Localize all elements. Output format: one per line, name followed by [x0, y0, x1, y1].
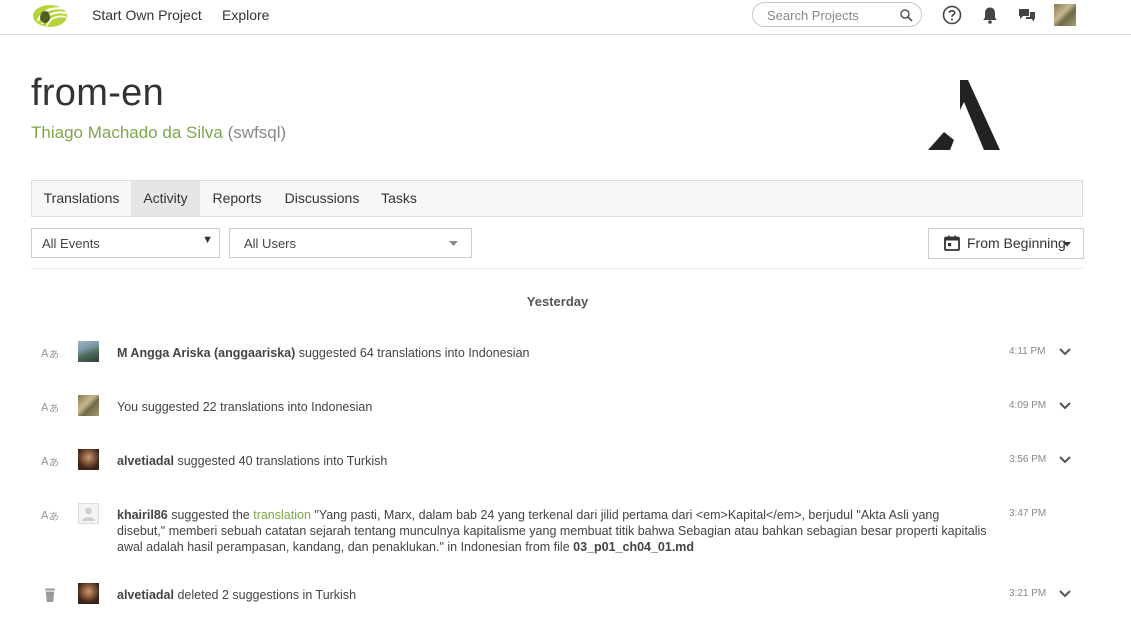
tab-translations[interactable]: Translations — [32, 181, 131, 216]
activity-action: suggested 40 translations into Turkish — [173, 454, 388, 468]
events-filter-select[interactable]: All Events ▼ — [31, 228, 220, 258]
tab-activity[interactable]: Activity — [131, 181, 200, 216]
activity-text: khairil86 suggested the translation "Yan… — [117, 507, 987, 555]
activity-text: You suggested 22 translations into Indon… — [117, 399, 987, 415]
notifications-bell-icon[interactable] — [980, 5, 1000, 25]
search-icon[interactable] — [899, 8, 913, 22]
date-range-label: From Beginning — [967, 235, 1066, 251]
project-owner: Thiago Machado da Silva (swfsql) — [31, 123, 286, 143]
activity-action: deleted 2 suggestions in Turkish — [173, 588, 357, 602]
activity-time: 4:09 PM — [1009, 400, 1047, 411]
svg-text:あ: あ — [49, 511, 59, 523]
help-icon[interactable] — [942, 5, 962, 25]
tab-tasks[interactable]: Tasks — [370, 181, 428, 216]
chevron-down-icon — [449, 241, 458, 246]
user-avatar[interactable] — [78, 341, 99, 362]
svg-text:あ: あ — [49, 457, 59, 469]
svg-text:A: A — [41, 347, 49, 360]
activity-time: 3:56 PM — [1009, 454, 1047, 465]
translate-icon: A あ — [41, 455, 59, 469]
translate-icon: A あ — [41, 347, 59, 361]
activity-text: M Angga Ariska (anggaariska) suggested 6… — [117, 345, 987, 361]
svg-text:A: A — [41, 401, 49, 414]
caret-down-icon: ▼ — [202, 234, 213, 246]
activity-user-link[interactable]: khairil86 — [117, 508, 168, 522]
activity-action: You suggested 22 translations into Indon… — [117, 400, 373, 414]
activity-user-link[interactable]: M Angga Ariska (anggaariska) — [117, 346, 295, 360]
filters-divider — [31, 268, 1083, 269]
activity-action: suggested 64 translations into Indonesia… — [295, 346, 530, 360]
caret-down-icon — [1063, 242, 1071, 247]
svg-text:A: A — [41, 455, 49, 468]
translate-icon: A あ — [41, 401, 59, 415]
owner-name-link[interactable]: Thiago Machado da Silva — [31, 123, 223, 142]
tab-discussions[interactable]: Discussions — [274, 181, 370, 216]
events-filter-value: All Events — [42, 236, 100, 251]
search-input[interactable] — [765, 7, 899, 24]
translate-icon: A あ — [41, 509, 59, 523]
user-avatar[interactable] — [78, 395, 99, 416]
svg-text:あ: あ — [49, 349, 59, 361]
tab-reports[interactable]: Reports — [200, 181, 274, 216]
activity-user-link[interactable]: alvetiadal — [117, 588, 174, 602]
activity-time: 3:47 PM — [1009, 508, 1047, 519]
expand-chevron-icon[interactable] — [1058, 345, 1072, 359]
translation-link[interactable]: translation — [253, 508, 311, 522]
activity-action: suggested the — [167, 508, 254, 522]
activity-user-link[interactable]: alvetiadal — [117, 454, 174, 468]
user-avatar[interactable] — [78, 583, 99, 604]
svg-text:あ: あ — [49, 403, 59, 415]
expand-chevron-icon[interactable] — [1058, 587, 1072, 601]
project-logo-icon — [928, 80, 1000, 150]
file-name: 03_p01_ch04_01.md — [573, 540, 695, 554]
owner-handle: (swfsql) — [227, 123, 287, 142]
trash-icon — [45, 588, 55, 602]
day-heading: Yesterday — [526, 294, 589, 309]
messages-icon[interactable] — [1017, 5, 1037, 25]
default-avatar-icon[interactable] — [78, 503, 99, 524]
activity-text: alvetiadal suggested 40 translations int… — [117, 453, 987, 469]
activity-time: 3:21 PM — [1009, 588, 1047, 599]
project-tabs: Translations Activity Reports Discussion… — [31, 180, 1083, 217]
users-filter-value: All Users — [244, 236, 297, 251]
project-title: from-en — [31, 72, 165, 114]
activity-text: alvetiadal deleted 2 suggestions in Turk… — [117, 587, 987, 603]
explore-link[interactable]: Explore — [222, 7, 269, 23]
activity-time: 4:11 PM — [1009, 346, 1046, 357]
start-own-project-link[interactable]: Start Own Project — [92, 7, 202, 23]
expand-chevron-icon[interactable] — [1058, 453, 1072, 467]
top-navbar: Start Own Project Explore — [0, 0, 1131, 35]
search-box[interactable] — [752, 2, 922, 27]
crowdin-logo-icon[interactable] — [32, 3, 68, 29]
users-filter-select[interactable]: All Users — [229, 228, 472, 258]
expand-chevron-icon[interactable] — [1058, 399, 1072, 413]
user-avatar[interactable] — [1054, 4, 1076, 26]
date-range-button[interactable]: From Beginning — [928, 228, 1084, 259]
user-avatar[interactable] — [78, 449, 99, 470]
svg-text:A: A — [41, 509, 49, 522]
calendar-icon — [944, 235, 960, 251]
